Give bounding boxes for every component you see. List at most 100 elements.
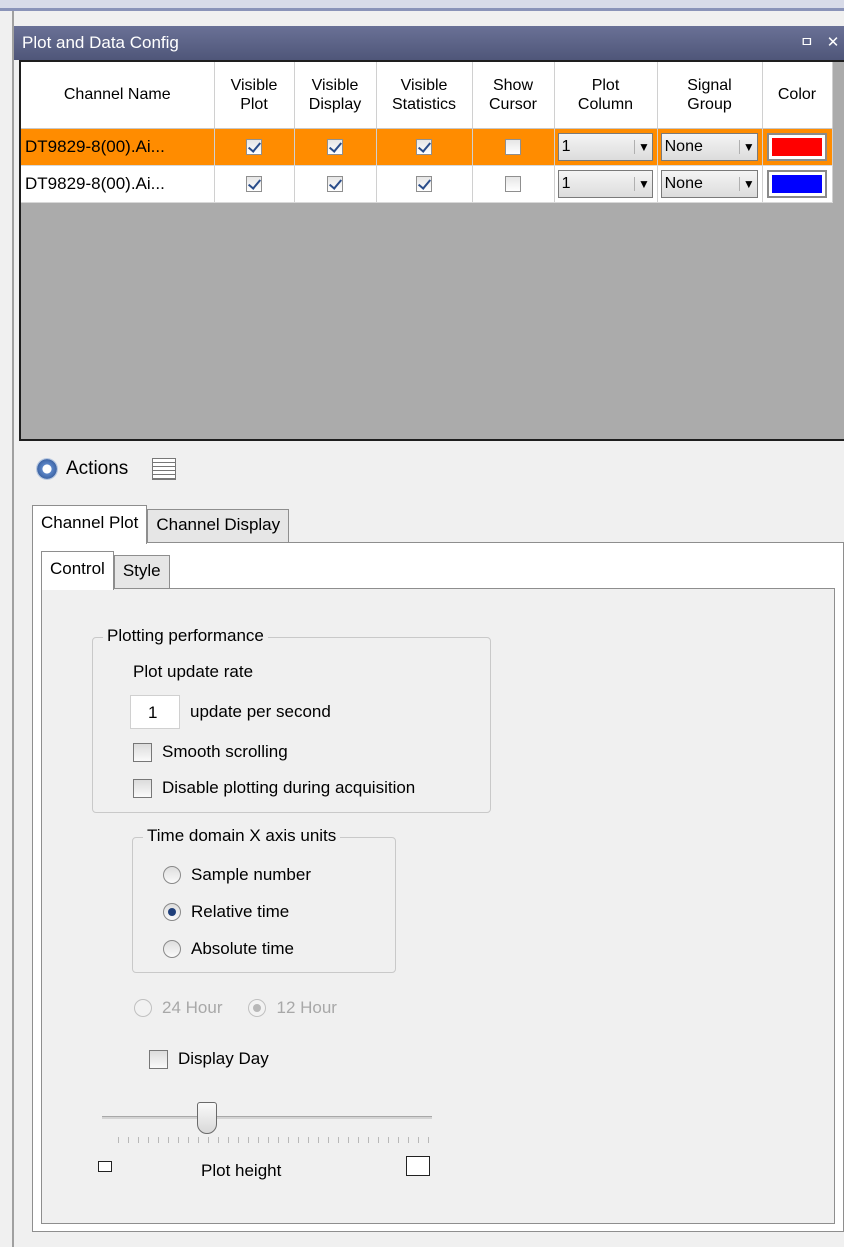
visible-display-cell: [294, 165, 377, 203]
signal-group-combo-value: None: [664, 137, 703, 155]
small-plot-icon: [98, 1161, 112, 1172]
chevron-down-icon[interactable]: ▼: [634, 139, 652, 154]
grid-header-row: Channel Name Visible Plot Visible Display …: [21, 62, 833, 129]
color-swatch: [772, 137, 822, 156]
x-axis-units-legend: Time domain X axis units: [143, 826, 341, 846]
update-rate-input[interactable]: 1: [130, 695, 180, 729]
color-picker[interactable]: [767, 169, 827, 198]
color-cell: [762, 128, 833, 166]
visible-plot-checkbox[interactable]: [246, 176, 262, 193]
header-color[interactable]: Color: [762, 62, 833, 129]
channel-plot-panel: Control Style Plotting performance Plot …: [32, 542, 844, 1232]
12-hour-radio[interactable]: [248, 999, 267, 1017]
signal-group-cell: None ▼: [657, 165, 763, 203]
panel-title-bar[interactable]: Plot and Data Config ㅁ ✕: [14, 26, 844, 60]
radio-sample-number-row[interactable]: Sample number: [163, 865, 311, 885]
disable-plotting-row[interactable]: Disable plotting during acquisition: [133, 778, 415, 798]
tab-channel-plot[interactable]: Channel Plot: [32, 505, 148, 544]
header-show-cursor[interactable]: Show Cursor: [472, 62, 555, 129]
header-plot-column[interactable]: Plot Column: [554, 62, 658, 129]
inner-tab-strip: Control Style: [41, 551, 170, 590]
tab-control[interactable]: Control: [41, 551, 114, 590]
show-cursor-cell: [472, 128, 555, 166]
plot-height-slider-track[interactable]: [102, 1116, 432, 1119]
tab-style[interactable]: Style: [113, 555, 170, 588]
radio-absolute-time-row[interactable]: Absolute time: [163, 939, 294, 959]
visible-statistics-cell: [376, 128, 473, 166]
sample-number-radio[interactable]: [163, 866, 181, 884]
close-icon[interactable]: ✕: [822, 26, 844, 60]
signal-group-combo-value: None: [664, 174, 703, 192]
display-day-checkbox[interactable]: [149, 1049, 168, 1069]
absolute-time-label: Absolute time: [191, 939, 294, 958]
24-hour-label: 24 Hour: [162, 998, 223, 1017]
plot-column-combo[interactable]: 1 ▼: [557, 169, 654, 198]
smooth-scrolling-row[interactable]: Smooth scrolling: [133, 742, 288, 762]
signal-group-cell: None ▼: [657, 128, 763, 166]
plot-height-label: Plot height: [201, 1161, 282, 1180]
large-plot-icon: [406, 1156, 430, 1176]
header-signal-group[interactable]: Signal Group: [657, 62, 763, 129]
slider-ticks: [118, 1137, 433, 1143]
list-view-icon[interactable]: [152, 458, 177, 480]
chevron-down-icon[interactable]: ▼: [634, 176, 652, 191]
smooth-scrolling-checkbox[interactable]: [133, 742, 152, 762]
channel-name-cell[interactable]: DT9829-8(00).Ai...: [21, 128, 215, 166]
visible-plot-cell: [214, 128, 295, 166]
visible-statistics-checkbox[interactable]: [416, 139, 432, 156]
show-cursor-cell: [472, 165, 555, 203]
signal-group-combo[interactable]: None ▼: [660, 132, 759, 161]
absolute-time-radio[interactable]: [163, 940, 181, 958]
channel-grid-area: Channel Name Visible Plot Visible Display …: [19, 60, 844, 441]
chevron-down-icon[interactable]: ▼: [739, 139, 757, 154]
plotting-performance-legend: Plotting performance: [103, 626, 268, 646]
plot-column-combo[interactable]: 1 ▼: [557, 132, 654, 161]
gear-icon[interactable]: [36, 458, 58, 480]
table-row[interactable]: DT9829-8(00).Ai... 1 ▼ None ▼: [21, 165, 833, 203]
control-panel: Plotting performance Plot update rate 1 …: [41, 588, 835, 1224]
relative-time-label: Relative time: [191, 902, 290, 921]
tab-channel-display[interactable]: Channel Display: [147, 509, 290, 542]
header-visible-plot[interactable]: Visible Plot: [214, 62, 295, 129]
header-channel-name[interactable]: Channel Name: [21, 62, 215, 129]
update-rate-unit: update per second: [190, 702, 331, 721]
table-row[interactable]: DT9829-8(00).Ai... 1 ▼ None ▼: [21, 128, 833, 166]
display-day-row[interactable]: Display Day: [149, 1049, 269, 1069]
radio-relative-time-row[interactable]: Relative time: [163, 902, 289, 922]
12-hour-label: 12 Hour: [276, 998, 337, 1017]
header-visible-display[interactable]: Visible Display: [294, 62, 377, 129]
actions-label[interactable]: Actions: [66, 458, 128, 480]
disable-plotting-label: Disable plotting during acquisition: [162, 778, 416, 797]
plot-update-rate-row: 1 update per second: [130, 695, 331, 729]
color-cell: [762, 165, 833, 203]
color-picker[interactable]: [767, 132, 827, 161]
color-swatch: [772, 174, 822, 193]
window-top-border: [0, 8, 844, 11]
display-day-label: Display Day: [178, 1049, 269, 1068]
channel-grid: Channel Name Visible Plot Visible Display …: [21, 62, 833, 203]
plot-update-rate-label: Plot update rate: [133, 662, 254, 681]
chevron-down-icon[interactable]: ▼: [739, 176, 757, 191]
pin-icon[interactable]: ㅁ: [796, 26, 818, 60]
plot-column-cell: 1 ▼: [554, 128, 658, 166]
show-cursor-checkbox[interactable]: [505, 176, 521, 193]
plot-column-combo-value: 1: [561, 174, 571, 192]
signal-group-combo[interactable]: None ▼: [660, 169, 759, 198]
channel-name-cell[interactable]: DT9829-8(00).Ai...: [21, 165, 215, 203]
visible-statistics-checkbox[interactable]: [416, 176, 432, 193]
24-hour-radio[interactable]: [134, 999, 152, 1017]
plot-column-cell: 1 ▼: [554, 165, 658, 203]
header-visible-statistics[interactable]: Visible Statistics: [376, 62, 473, 129]
disable-plotting-checkbox[interactable]: [133, 778, 152, 798]
visible-plot-cell: [214, 165, 295, 203]
show-cursor-checkbox[interactable]: [505, 139, 521, 156]
actions-bar: Actions: [36, 452, 177, 486]
plot-column-combo-value: 1: [561, 137, 571, 155]
visible-plot-checkbox[interactable]: [246, 139, 262, 156]
relative-time-radio[interactable]: [163, 903, 181, 921]
plot-height-slider-thumb[interactable]: [196, 1102, 217, 1134]
sample-number-label: Sample number: [191, 865, 312, 884]
visible-display-checkbox[interactable]: [327, 176, 343, 193]
outer-tab-strip: Channel Plot Channel Display: [32, 505, 290, 544]
visible-display-checkbox[interactable]: [327, 139, 343, 156]
